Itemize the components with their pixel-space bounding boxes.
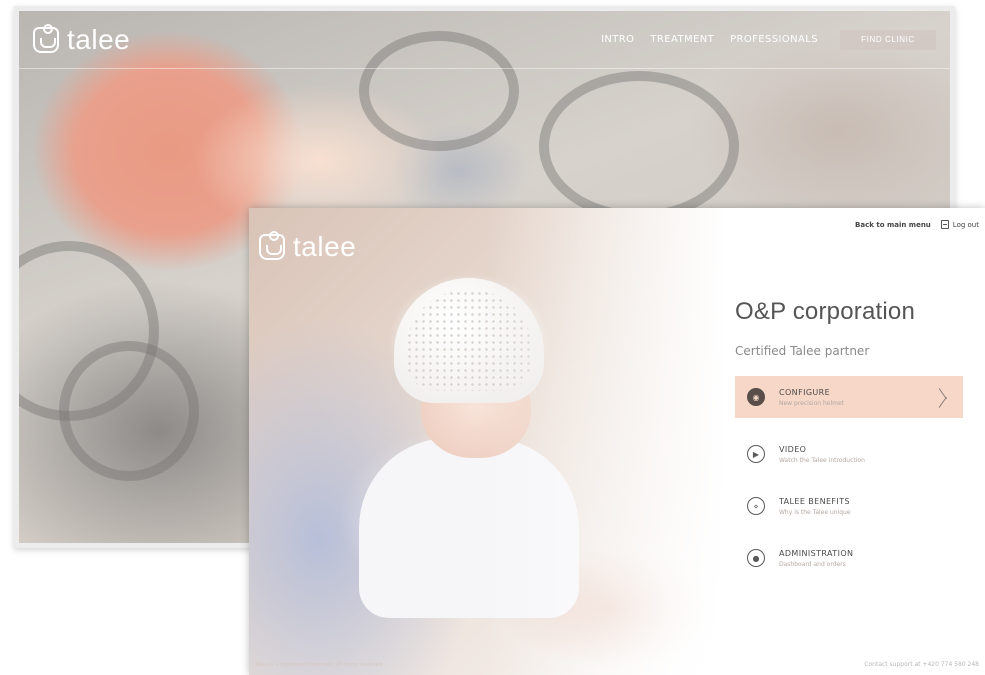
hero-photo: talee Talee is a registered trademark. A… <box>249 208 727 675</box>
back-to-main-menu-link[interactable]: Back to main menu <box>855 221 931 229</box>
menu-item-title: CONFIGURE <box>779 387 831 397</box>
menu-item-administration[interactable]: ● ADMINISTRATION Dashboard and orders <box>735 532 963 584</box>
partner-status: Certified Talee partner <box>735 344 870 358</box>
portal-menu: ◉ CONFIGURE New precision helmet ▶ VIDEO… <box>735 376 963 584</box>
menu-item-title: ADMINISTRATION <box>779 548 854 558</box>
marketing-logo[interactable]: talee <box>33 23 131 56</box>
menu-item-title: VIDEO <box>779 444 807 454</box>
nav-link-professionals[interactable]: PROFESSIONALS <box>730 34 818 45</box>
chevron-right-icon <box>939 386 949 408</box>
talee-bear-icon <box>259 231 285 260</box>
company-name: O&P corporation <box>735 298 915 325</box>
user-icon: ● <box>747 549 765 567</box>
menu-item-description: New precision helmet <box>779 399 845 407</box>
partner-panel: O&P corporation Certified Talee partner … <box>735 298 963 584</box>
copyright-note: Talee is a registered trademark. All rig… <box>255 662 384 668</box>
talee-bear-icon <box>33 23 59 53</box>
menu-item-configure[interactable]: ◉ CONFIGURE New precision helmet <box>735 376 963 418</box>
menu-item-description: Watch the Talee introduction <box>779 456 865 464</box>
helmet-icon: ◉ <box>747 388 765 406</box>
partner-portal-window: talee Talee is a registered trademark. A… <box>249 208 985 675</box>
decor-swirl <box>59 341 199 481</box>
find-clinic-button[interactable]: FIND CLINIC <box>840 29 936 50</box>
nav-link-treatment[interactable]: TREATMENT <box>650 34 714 45</box>
screenshot-stage: talee INTRO TREATMENT PROFESSIONALS FIND… <box>0 0 985 675</box>
marketing-nav-links: INTRO TREATMENT PROFESSIONALS FIND CLINI… <box>601 29 936 50</box>
play-icon: ▶ <box>747 445 765 463</box>
menu-item-description: Why is the Talee unique <box>779 508 851 516</box>
talee-bear-icon: ⋄ <box>747 497 765 515</box>
portal-logo[interactable]: talee <box>259 231 356 263</box>
menu-item-description: Dashboard and orders <box>779 560 846 568</box>
brand-name: talee <box>67 23 131 55</box>
menu-item-title: TALEE BENEFITS <box>779 496 850 506</box>
nav-link-intro[interactable]: INTRO <box>601 34 634 45</box>
logout-button[interactable]: Log out <box>940 220 979 229</box>
marketing-nav-bar: talee INTRO TREATMENT PROFESSIONALS FIND… <box>19 11 950 69</box>
portal-top-bar: Back to main menu Log out <box>855 220 985 229</box>
menu-item-talee-benefits[interactable]: ⋄ TALEE BENEFITS Why is the Talee unique <box>735 480 963 532</box>
support-contact: Contact support at +420 774 580 248 <box>864 661 979 668</box>
logout-label: Log out <box>952 220 979 229</box>
logout-icon <box>940 220 949 229</box>
brand-name: talee <box>293 231 357 262</box>
menu-item-video[interactable]: ▶ VIDEO Watch the Talee introduction <box>735 428 963 480</box>
decor-swirl <box>539 71 739 221</box>
